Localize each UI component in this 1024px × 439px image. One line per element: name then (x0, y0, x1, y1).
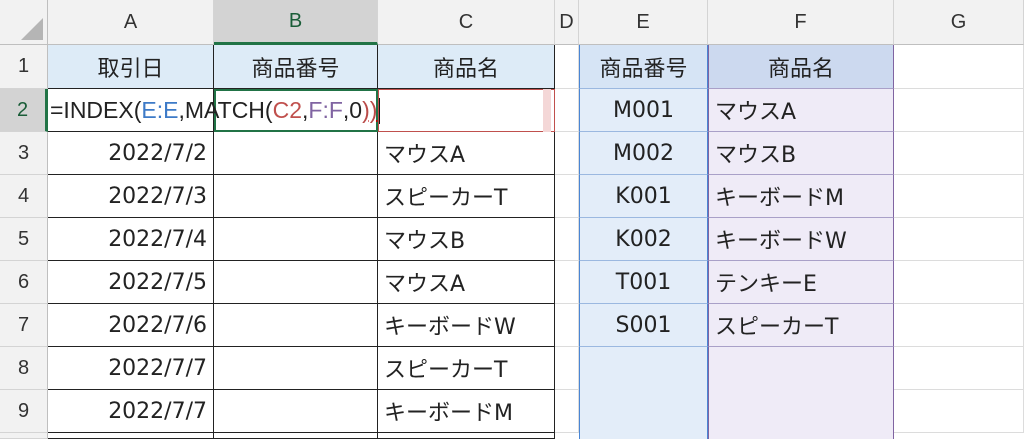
table2-product-name-5[interactable]: キーボードW (708, 218, 894, 261)
table2-product-no-7[interactable]: S001 (579, 304, 708, 347)
table1-product-name-7[interactable]: キーボードW (378, 304, 555, 347)
cell-g7[interactable] (894, 304, 1024, 347)
row-header-6[interactable]: 6 (0, 261, 48, 304)
table1-product-name-5[interactable]: マウスB (378, 218, 555, 261)
table1-product-no-6[interactable] (214, 261, 378, 304)
table1-product-no-9[interactable] (214, 390, 378, 433)
table2-product-no-9[interactable] (579, 390, 708, 439)
cell-d8[interactable] (555, 347, 579, 390)
table1-date-9[interactable]: 2022/7/7 (48, 390, 214, 433)
cell-g5[interactable] (894, 218, 1024, 261)
row-header-7[interactable]: 7 (0, 304, 48, 347)
column-header-f[interactable]: F (708, 0, 894, 45)
cell-g6[interactable] (894, 261, 1024, 304)
table2-header-product-name[interactable]: 商品名 (708, 45, 894, 89)
cell-g9[interactable] (894, 390, 1024, 433)
table1-date-8[interactable]: 2022/7/7 (48, 347, 214, 390)
table1-product-no-7[interactable] (214, 304, 378, 347)
row-header-2[interactable]: 2 (0, 89, 48, 132)
table1-date-6[interactable]: 2022/7/5 (48, 261, 214, 304)
formula-ref-e: E:E (141, 97, 179, 123)
table1-product-no-4[interactable] (214, 175, 378, 218)
column-header-g[interactable]: G (894, 0, 1024, 45)
table2-product-name-7[interactable]: スピーカーT (708, 304, 894, 347)
cell-d9[interactable] (555, 390, 579, 433)
cell-d3[interactable] (555, 132, 579, 175)
table2-product-no-8[interactable] (579, 347, 708, 390)
table1-product-no-3[interactable] (214, 132, 378, 175)
table2-product-name-3[interactable]: マウスB (708, 132, 894, 175)
cell-d1[interactable] (555, 45, 579, 89)
cell-d7[interactable] (555, 304, 579, 347)
table1-product-name-8[interactable]: スピーカーT (378, 347, 555, 390)
formula-ref-c: C2 (272, 97, 302, 123)
cell-d4[interactable] (555, 175, 579, 218)
column-header-a[interactable]: A (48, 0, 214, 45)
ref-range-marker (543, 89, 551, 132)
table2-header-product-no[interactable]: 商品番号 (579, 45, 708, 89)
formula-editor[interactable]: =INDEX(E:E ,MATCH(C2, F:F ,0)) (48, 89, 381, 132)
table2-product-no-6[interactable]: T001 (579, 261, 708, 304)
formula-zero: ,0 (342, 97, 363, 123)
table2-product-name-6[interactable]: テンキーE (708, 261, 894, 304)
cell-g4[interactable] (894, 175, 1024, 218)
row-header-8[interactable]: 8 (0, 347, 48, 390)
text-cursor (379, 97, 381, 124)
formula-match: ,MATCH( (178, 97, 273, 123)
column-header-b[interactable]: B (214, 0, 378, 45)
formula-ref-f: F:F (308, 97, 343, 123)
table1-row-10-b[interactable] (214, 433, 378, 439)
table1-header-product-no[interactable]: 商品番号 (214, 45, 378, 89)
select-all-corner[interactable] (0, 0, 48, 45)
table1-date-5[interactable]: 2022/7/4 (48, 218, 214, 261)
table2-product-name-9[interactable] (708, 390, 894, 439)
cell-g1[interactable] (894, 45, 1024, 89)
table1-product-no-5[interactable] (214, 218, 378, 261)
table2-product-name-8[interactable] (708, 347, 894, 390)
cell-d2[interactable] (555, 89, 579, 132)
column-header-e[interactable]: E (579, 0, 708, 45)
formula-index: =INDEX( (50, 97, 142, 123)
table1-product-name-6[interactable]: マウスA (378, 261, 555, 304)
table1-product-name-3[interactable]: マウスA (378, 132, 555, 175)
row-header-10[interactable] (0, 433, 48, 439)
row-header-3[interactable]: 3 (0, 132, 48, 175)
table2-product-no-4[interactable]: K001 (579, 175, 708, 218)
spreadsheet: A B C D E F G 1 2 3 4 5 6 7 8 9 取引日 商品番号… (0, 0, 1024, 439)
table1-date-7[interactable]: 2022/7/6 (48, 304, 214, 347)
column-header-d[interactable]: D (555, 0, 579, 45)
row-header-5[interactable]: 5 (0, 218, 48, 261)
table1-product-no-8[interactable] (214, 347, 378, 390)
table2-product-no-2[interactable]: M001 (579, 89, 708, 132)
table2-product-no-5[interactable]: K002 (579, 218, 708, 261)
cell-g3[interactable] (894, 132, 1024, 175)
cell-g2[interactable] (894, 89, 1024, 132)
table2-product-name-4[interactable]: キーボードM (708, 175, 894, 218)
row-header-1[interactable]: 1 (0, 45, 48, 89)
table2-product-name-2[interactable]: マウスA (708, 89, 894, 132)
table2-product-no-3[interactable]: M002 (579, 132, 708, 175)
cell-d5[interactable] (555, 218, 579, 261)
table1-row-10[interactable] (48, 433, 214, 439)
table1-header-product-name[interactable]: 商品名 (378, 45, 555, 89)
table1-product-name-9[interactable]: キーボードM (378, 390, 555, 433)
table1-product-name-4[interactable]: スピーカーT (378, 175, 555, 218)
column-header-c[interactable]: C (378, 0, 555, 45)
table1-row-10-c[interactable] (378, 433, 555, 439)
cell-d6[interactable] (555, 261, 579, 304)
row-header-4[interactable]: 4 (0, 175, 48, 218)
table1-header-date[interactable]: 取引日 (48, 45, 214, 89)
cell-g8[interactable] (894, 347, 1024, 390)
select-all-icon (21, 18, 43, 40)
formula-close-parens: )) (362, 97, 378, 123)
row-header-9[interactable]: 9 (0, 390, 48, 433)
table1-date-4[interactable]: 2022/7/3 (48, 175, 214, 218)
cell-c2-referenced[interactable] (378, 89, 555, 132)
table1-date-3[interactable]: 2022/7/2 (48, 132, 214, 175)
